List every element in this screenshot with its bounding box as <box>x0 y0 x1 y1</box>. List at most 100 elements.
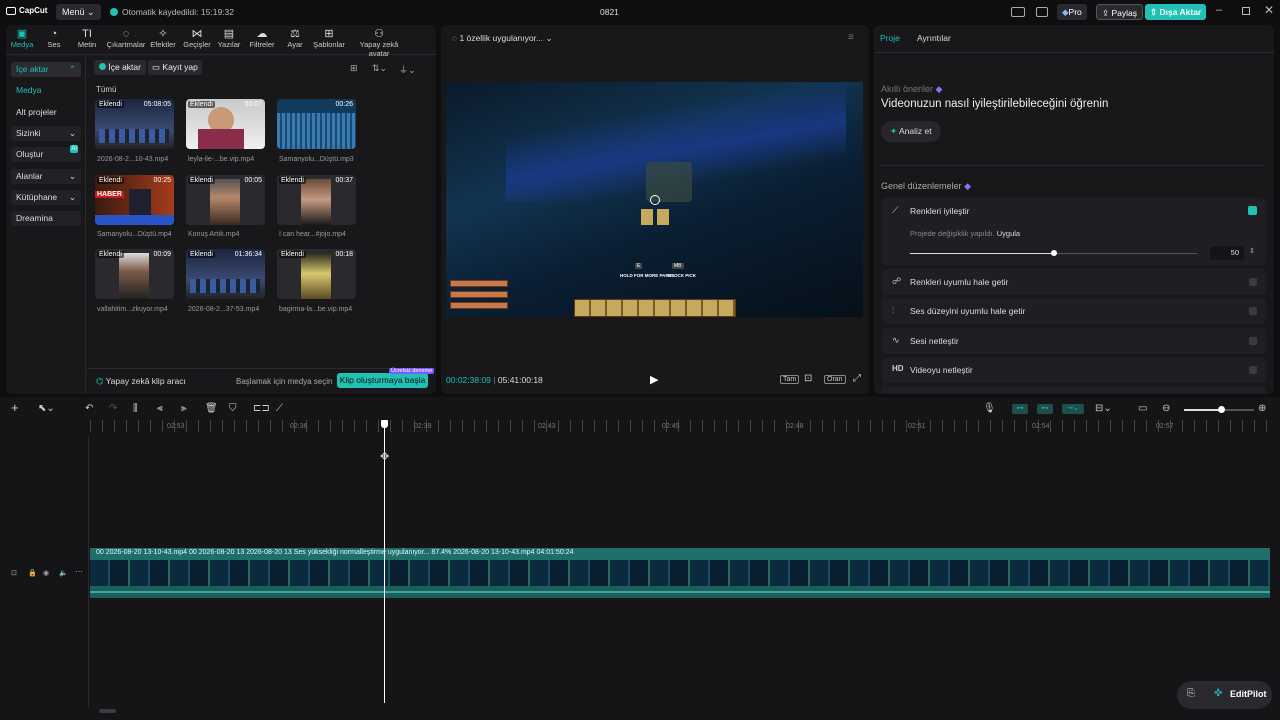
split-right-icon[interactable]: ⫸ <box>181 403 187 414</box>
player-menu-icon[interactable]: ≡ <box>848 32 854 43</box>
ruler-label: 02:51 <box>908 423 926 430</box>
speaker-icon[interactable]: 🔈 <box>59 569 68 577</box>
pro-button[interactable]: ◆Pro <box>1057 4 1087 20</box>
row-toggle[interactable] <box>1249 337 1257 345</box>
tab-templates[interactable]: ⊞ Şablonlar <box>310 28 348 49</box>
sidebar-item-create[interactable]: Oluştur AI <box>11 145 81 162</box>
main-track-link-icon[interactable]: ⊶ <box>1012 404 1028 414</box>
preview-axis-icon[interactable]: ⊟⌄ <box>1095 403 1112 414</box>
playhead[interactable] <box>384 421 385 703</box>
shield-icon[interactable]: ⛉ <box>229 403 237 414</box>
clear-audio-row[interactable]: ∿ Sesi netleştir <box>882 328 1266 354</box>
audio-waveform-track[interactable] <box>90 586 1270 598</box>
grid-view-icon[interactable]: ⊞ <box>350 63 358 74</box>
ai-clip-tool[interactable]: ⌬ Yapay zekâ klip aracı <box>96 376 186 387</box>
stepper-icon[interactable]: ⇕ <box>1249 247 1255 255</box>
row-toggle[interactable] <box>1249 307 1257 315</box>
tab-details[interactable]: Ayrıntılar <box>917 33 951 43</box>
undo-icon[interactable]: ↶ <box>85 403 93 414</box>
sidebar-item-dreamina[interactable]: Dreamina <box>11 211 81 226</box>
sidebar-item-yours[interactable]: Sizinki ⌄ <box>11 126 81 141</box>
slider-knob[interactable] <box>1050 250 1057 256</box>
add-icon[interactable]: + <box>11 400 19 415</box>
zoom-in-icon[interactable]: ⊕ <box>1258 403 1266 414</box>
more-icon[interactable]: ⋯ <box>75 567 83 576</box>
minimize-icon[interactable]: – <box>1216 4 1222 16</box>
fullscreen-icon[interactable]: ⤢ <box>853 373 861 384</box>
tab-adjust[interactable]: ⚖ Ayar <box>276 28 314 49</box>
split-left-icon[interactable]: ⫷ <box>157 403 163 414</box>
link-icon[interactable]: ⊸⌄ <box>1062 404 1084 414</box>
row-toggle[interactable] <box>1249 278 1257 286</box>
media-clip-6[interactable]: Eklendi 00:37 <box>277 175 356 225</box>
row-toggle[interactable] <box>1249 366 1257 374</box>
volume-match-row[interactable]: ⫶ Ses düzeyini uyumlu hale getir <box>882 298 1266 324</box>
color-match-row[interactable]: ☍ Renkleri uyumlu hale getir <box>882 269 1266 295</box>
media-clip-8[interactable]: Eklendi 01:36:34 <box>186 249 265 299</box>
select-tool-icon[interactable]: ⬉⌄ <box>38 403 55 414</box>
main-track-header[interactable]: 00 2026-08-20 13-10-43.mp4 00 2026-08-20… <box>90 548 1270 560</box>
microphone-icon[interactable]: 🎙 <box>983 403 996 414</box>
split-icon[interactable]: ⫼ <box>133 403 138 414</box>
magnet-icon[interactable]: ⊷ <box>1037 404 1053 414</box>
record-button[interactable]: ▭ Kayıt yap <box>148 60 202 75</box>
layout-icon[interactable] <box>1011 7 1025 17</box>
sidebar-item-import[interactable]: İçe aktar ⌃ <box>11 62 81 77</box>
zoom-out-icon[interactable]: ⊖ <box>1162 403 1170 414</box>
draw-icon[interactable]: ⟋ <box>276 403 283 414</box>
play-icon[interactable]: ▶ <box>650 373 658 386</box>
added-badge: Eklendi <box>188 101 215 108</box>
video-preview[interactable]: E MB HOLD FOR MORE PARTS BLOCK PICK <box>446 82 863 317</box>
sidebar-item-subprojects[interactable]: Alt projeler <box>11 105 81 120</box>
sidebar-item-library[interactable]: Kütüphane ⌄ <box>11 190 81 205</box>
chat-icon[interactable]: ⎘ <box>1187 688 1195 699</box>
sort-icon[interactable]: ⇅⌄ <box>372 63 387 74</box>
caption-icon[interactable]: ▭ <box>1138 403 1147 414</box>
menu-button[interactable]: Menü ⌄ <box>56 4 101 20</box>
media-clip-2[interactable]: Eklendi 00:07 <box>186 99 265 149</box>
clip-thumbnail <box>129 189 151 217</box>
tab-stickers[interactable]: ◌ Çıkartmalar <box>106 28 146 49</box>
media-clip-3[interactable]: 00:26 <box>277 99 356 149</box>
clip-name: leyla-ile-...be.vip.mp4 <box>188 156 255 163</box>
ratio-button[interactable]: Oran <box>824 375 846 384</box>
maximize-icon[interactable] <box>1242 7 1250 15</box>
clear-video-row[interactable]: HD Videoyu netleştir <box>882 357 1266 383</box>
media-clip-1[interactable]: Eklendi 05:08:05 <box>95 99 174 149</box>
tab-ai-avatar[interactable]: ⚇ Yapay zekâ avatar <box>350 28 408 58</box>
apply-link[interactable]: Uygula <box>997 229 1020 238</box>
horizontal-scrollbar[interactable] <box>99 709 116 713</box>
crop-icon[interactable]: ⊏⊐ <box>253 403 270 414</box>
export-button[interactable]: ⇧ Dışa Aktar <box>1145 4 1207 20</box>
start-clip-button[interactable]: Klip oluşturmaya başla <box>337 373 428 388</box>
sidebar-item-media[interactable]: Medya <box>11 83 81 98</box>
shortcuts-icon[interactable] <box>1036 7 1048 17</box>
playhead-handle[interactable] <box>381 420 388 428</box>
tab-project[interactable]: Proje <box>880 33 900 43</box>
zoom-slider-knob[interactable] <box>1218 406 1225 413</box>
media-clip-9[interactable]: Eklendi 00:18 <box>277 249 356 299</box>
tab-text[interactable]: TI Metin <box>68 28 106 49</box>
editpilot-widget[interactable]: ⎘ ✜ EditPilot <box>1177 681 1272 709</box>
media-clip-5[interactable]: Eklendi 00:05 <box>186 175 265 225</box>
delete-icon[interactable]: 🗑 <box>205 403 218 414</box>
import-button[interactable]: İçe aktar <box>94 60 146 75</box>
media-clip-4[interactable]: HABER Eklendi 00:25 <box>95 175 174 225</box>
track-cover-icon[interactable]: ⊡ <box>11 569 17 577</box>
media-clip-7[interactable]: Eklendi 00:09 <box>95 249 174 299</box>
filter-icon[interactable]: ⏚⌄ <box>399 63 416 76</box>
share-button[interactable]: ⇪ Paylaş <box>1096 4 1144 20</box>
analyze-button[interactable]: ✦ Analiz et <box>881 121 941 142</box>
full-quality-button[interactable]: Tam <box>780 375 800 384</box>
enhance-colors-toggle[interactable] <box>1248 206 1257 215</box>
close-icon[interactable]: ✕ <box>1264 3 1274 17</box>
tab-effects[interactable]: ✧ Efektler <box>144 28 182 49</box>
redo-icon[interactable]: ↷ <box>109 403 117 414</box>
sidebar-item-spaces[interactable]: Alanlar ⌄ <box>11 169 81 184</box>
eye-icon[interactable]: ◉ <box>43 569 49 577</box>
lock-icon[interactable]: 🔒 <box>28 569 37 577</box>
clip-name: bagirma-la...be.vip.mp4 <box>279 306 353 313</box>
screenshot-icon[interactable]: ⊡ <box>804 373 812 384</box>
main-track-filmstrip[interactable] <box>90 560 1270 586</box>
slider-value-input[interactable]: 50 <box>1210 246 1244 260</box>
